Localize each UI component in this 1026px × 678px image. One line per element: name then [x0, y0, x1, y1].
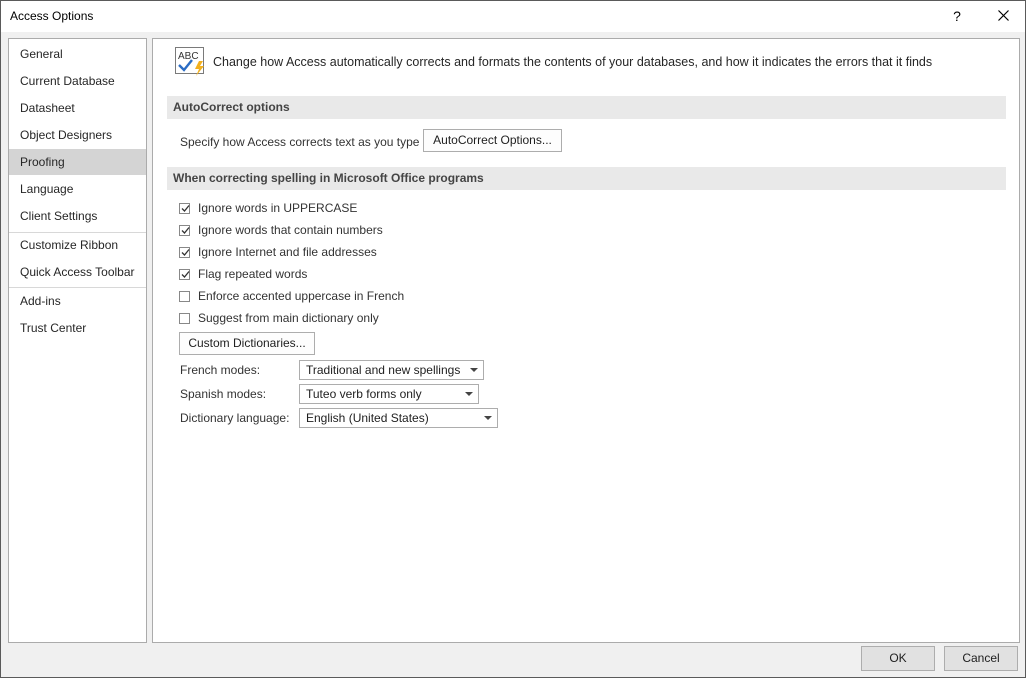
- abc-proofing-icon: ABC: [175, 47, 204, 76]
- option-main-dictionary-only[interactable]: Suggest from main dictionary only: [179, 309, 379, 327]
- checkbox[interactable]: [179, 312, 190, 324]
- chevron-down-icon: [465, 392, 473, 396]
- option-ignore-uppercase[interactable]: Ignore words in UPPERCASE: [179, 199, 357, 217]
- chevron-down-icon: [470, 368, 478, 372]
- option-label: Enforce accented uppercase in French: [198, 289, 405, 303]
- option-enforce-accented-uppercase[interactable]: Enforce accented uppercase in French: [179, 287, 404, 305]
- access-options-dialog: Access Options ? General Current Databas…: [0, 0, 1026, 678]
- spanish-modes-label: Spanish modes:: [180, 387, 267, 401]
- checkbox[interactable]: [179, 268, 190, 280]
- option-label: Flag repeated words: [198, 267, 308, 281]
- close-button[interactable]: [991, 6, 1015, 26]
- checkmark-icon: [181, 204, 190, 212]
- spanish-modes-dropdown[interactable]: Tuteo verb forms only: [299, 384, 479, 404]
- option-flag-repeated-words[interactable]: Flag repeated words: [179, 265, 307, 283]
- sidebar-item-general[interactable]: General: [9, 41, 146, 67]
- sidebar-item-add-ins[interactable]: Add-ins: [9, 288, 146, 314]
- autocorrect-options-button[interactable]: AutoCorrect Options...: [423, 129, 562, 152]
- sidebar-item-datasheet[interactable]: Datasheet: [9, 95, 146, 121]
- autocorrect-section-header: AutoCorrect options: [167, 96, 1006, 119]
- sidebar-item-object-designers[interactable]: Object Designers: [9, 122, 146, 148]
- proofing-panel: ABC Change how Access automatically corr…: [152, 38, 1020, 643]
- option-label: Ignore words that contain numbers: [198, 223, 383, 237]
- checkmark-icon: [181, 248, 190, 256]
- window-title: Access Options: [10, 9, 94, 23]
- sidebar-item-language[interactable]: Language: [9, 176, 146, 202]
- custom-dictionaries-label: Custom Dictionaries...: [188, 336, 306, 350]
- french-modes-label: French modes:: [180, 363, 261, 377]
- dictionary-language-dropdown[interactable]: English (United States): [299, 408, 498, 428]
- checkbox[interactable]: [179, 202, 190, 214]
- options-sidebar: General Current Database Datasheet Objec…: [8, 38, 147, 643]
- title-bar: Access Options ?: [1, 1, 1025, 32]
- french-modes-value: Traditional and new spellings: [306, 363, 461, 377]
- sidebar-item-current-database[interactable]: Current Database: [9, 68, 146, 94]
- sidebar-item-trust-center[interactable]: Trust Center: [9, 315, 146, 341]
- option-ignore-numbers[interactable]: Ignore words that contain numbers: [179, 221, 383, 239]
- spelling-section-header: When correcting spelling in Microsoft Of…: [167, 167, 1006, 190]
- cancel-button[interactable]: Cancel: [944, 646, 1018, 671]
- option-label: Suggest from main dictionary only: [198, 311, 379, 325]
- checkbox[interactable]: [179, 246, 190, 258]
- intro-text: Change how Access automatically corrects…: [213, 55, 933, 69]
- autocorrect-description: Specify how Access corrects text as you …: [180, 135, 420, 149]
- ok-button[interactable]: OK: [861, 646, 935, 671]
- dictionary-language-value: English (United States): [306, 411, 429, 425]
- autocorrect-options-label: AutoCorrect Options...: [433, 133, 552, 147]
- help-button[interactable]: ?: [945, 6, 969, 26]
- close-icon: [997, 10, 1009, 21]
- option-label: Ignore words in UPPERCASE: [198, 201, 358, 215]
- svg-text:ABC: ABC: [178, 51, 199, 62]
- option-label: Ignore Internet and file addresses: [198, 245, 377, 259]
- sidebar-item-quick-access-toolbar[interactable]: Quick Access Toolbar: [9, 259, 146, 285]
- checkbox[interactable]: [179, 224, 190, 236]
- french-modes-dropdown[interactable]: Traditional and new spellings: [299, 360, 484, 380]
- checkbox[interactable]: [179, 290, 190, 302]
- option-ignore-internet-addresses[interactable]: Ignore Internet and file addresses: [179, 243, 377, 261]
- dictionary-language-label: Dictionary language:: [180, 411, 290, 425]
- sidebar-item-client-settings[interactable]: Client Settings: [9, 203, 146, 229]
- custom-dictionaries-button[interactable]: Custom Dictionaries...: [179, 332, 315, 355]
- chevron-down-icon: [484, 416, 492, 420]
- checkmark-icon: [181, 270, 190, 278]
- spanish-modes-value: Tuteo verb forms only: [306, 387, 422, 401]
- sidebar-item-proofing[interactable]: Proofing: [9, 149, 146, 175]
- sidebar-item-customize-ribbon[interactable]: Customize Ribbon: [9, 232, 146, 258]
- checkmark-icon: [181, 226, 190, 234]
